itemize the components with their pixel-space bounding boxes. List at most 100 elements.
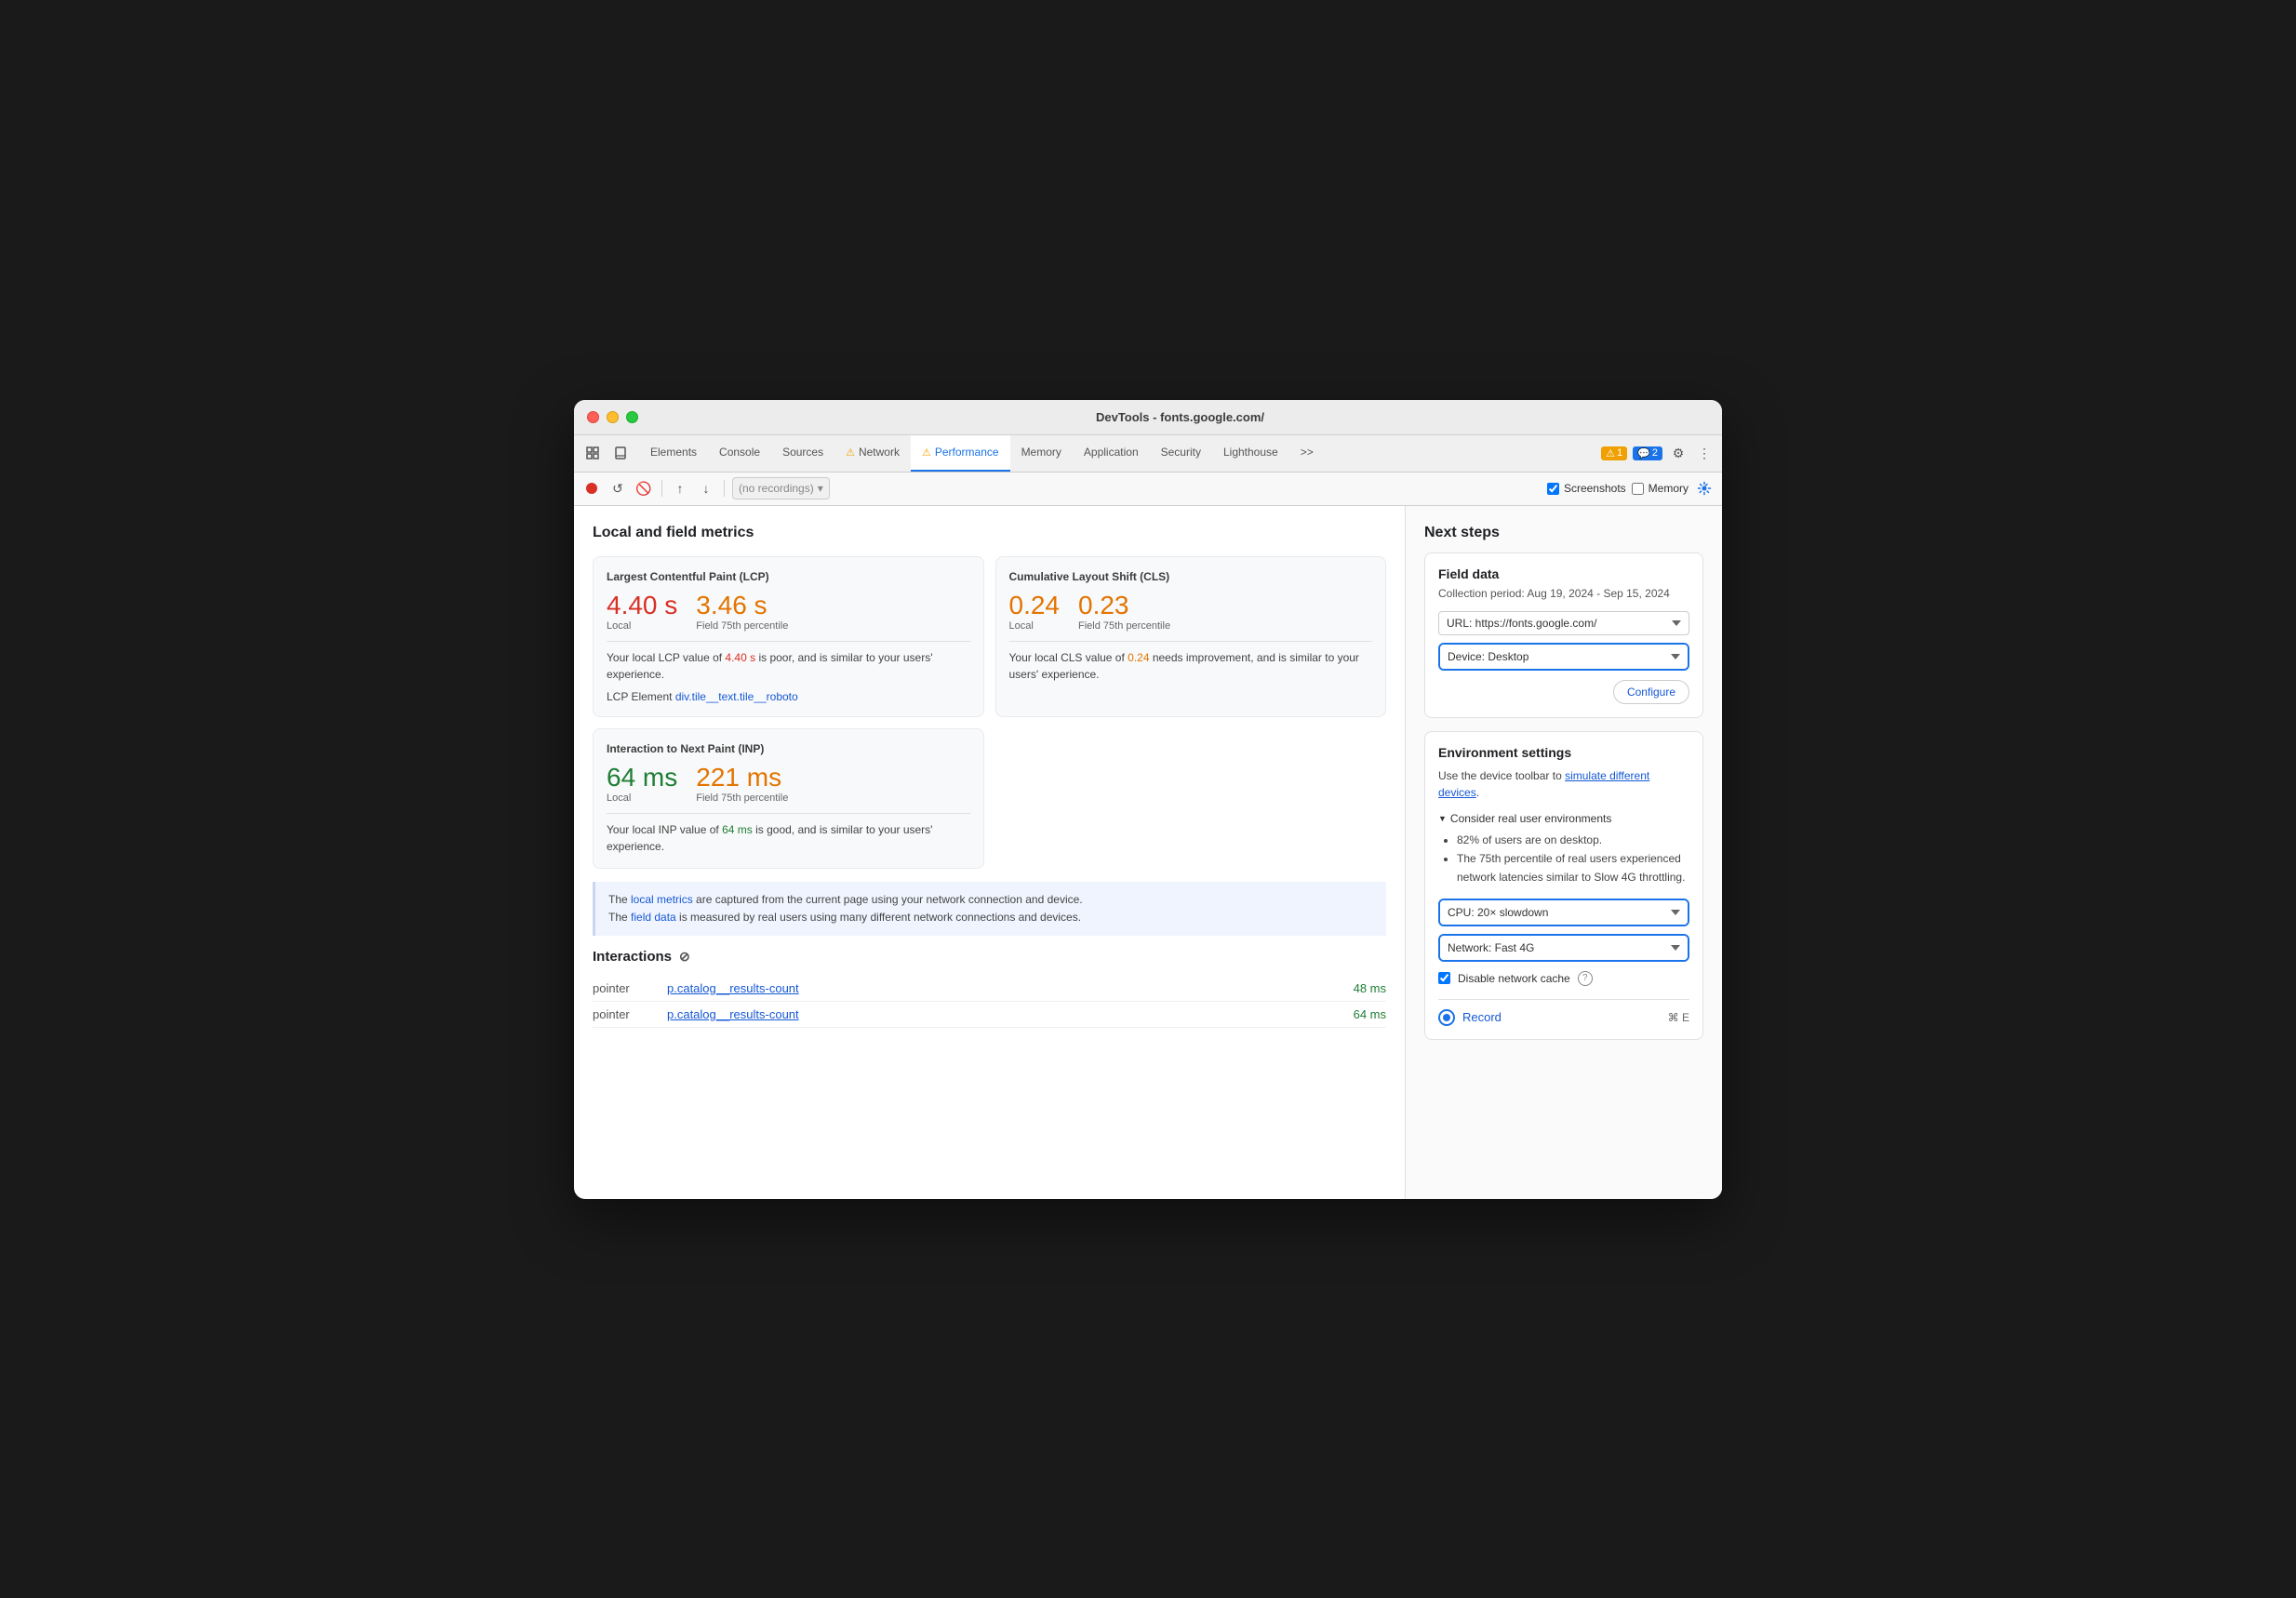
cpu-select-wrapper: CPU: 20× slowdown CPU: 4× slowdown CPU: … (1438, 899, 1689, 926)
tab-network[interactable]: ⚠ Network (834, 435, 911, 472)
inp-local-group: 64 ms Local (607, 763, 677, 806)
inspect-icon[interactable] (581, 442, 604, 464)
toolbar-settings-icon[interactable] (1694, 478, 1715, 499)
lcp-title: Largest Contentful Paint (LCP) (607, 570, 970, 583)
cpu-select[interactable]: CPU: 20× slowdown CPU: 4× slowdown CPU: … (1440, 900, 1688, 925)
tab-console[interactable]: Console (708, 435, 771, 472)
divider2 (724, 480, 725, 497)
consider-item-2: The 75th percentile of real users experi… (1457, 849, 1689, 887)
chevron-down-icon: ▾ (818, 482, 823, 495)
lcp-field-label: Field 75th percentile (696, 620, 788, 632)
device-select[interactable]: Device: Desktop Device: Mobile (1440, 645, 1688, 669)
download-button[interactable]: ↓ (696, 478, 716, 499)
tab-performance[interactable]: ⚠ Performance (911, 435, 1010, 472)
record-shortcut: ⌘ E (1668, 1011, 1689, 1024)
cls-local-label: Local (1009, 620, 1061, 632)
settings-icon[interactable]: ⚙ (1668, 443, 1689, 463)
devtools-window: DevTools - fonts.google.com/ (574, 400, 1722, 1199)
consider-list: 82% of users are on desktop. The 75th pe… (1438, 831, 1689, 887)
interaction-type-2: pointer (593, 1007, 667, 1021)
warning-badge[interactable]: ⚠ 1 (1601, 446, 1627, 460)
metrics-grid-top: Largest Contentful Paint (LCP) 4.40 s Lo… (593, 556, 1386, 717)
record-row: Record ⌘ E (1438, 999, 1689, 1026)
record-button[interactable] (581, 478, 602, 499)
memory-checkbox-label[interactable]: Memory (1632, 482, 1689, 495)
interaction-element-2[interactable]: p.catalog__results-count (667, 1007, 1354, 1021)
inp-field-label: Field 75th percentile (696, 792, 788, 804)
cls-field-group: 0.23 Field 75th percentile (1078, 591, 1170, 633)
interactions-table: pointer p.catalog__results-count 48 ms p… (593, 976, 1386, 1028)
disable-cache-row: Disable network cache ? (1438, 971, 1689, 986)
titlebar: DevTools - fonts.google.com/ (574, 400, 1722, 435)
configure-button[interactable]: Configure (1613, 680, 1689, 704)
consider-item-1: 82% of users are on desktop. (1457, 831, 1689, 849)
lcp-element: LCP Element div.tile__text.tile__roboto (607, 690, 970, 703)
interactions-icon: ⊘ (679, 949, 690, 965)
upload-button[interactable]: ↑ (670, 478, 690, 499)
help-icon[interactable]: ? (1578, 971, 1593, 986)
interaction-row-1: pointer p.catalog__results-count 48 ms (593, 976, 1386, 1002)
tab-application[interactable]: Application (1073, 435, 1150, 472)
tab-sources[interactable]: Sources (771, 435, 834, 472)
screenshots-checkbox[interactable] (1547, 483, 1559, 495)
window-title: DevTools - fonts.google.com/ (651, 410, 1709, 424)
env-settings-card: Environment settings Use the device tool… (1424, 731, 1703, 1040)
minimize-button[interactable] (607, 411, 619, 423)
lcp-field-group: 3.46 s Field 75th percentile (696, 591, 788, 633)
lcp-desc: Your local LCP value of 4.40 s is poor, … (607, 649, 970, 683)
lcp-card: Largest Contentful Paint (LCP) 4.40 s Lo… (593, 556, 984, 717)
close-button[interactable] (587, 411, 599, 423)
section-title: Local and field metrics (593, 525, 1386, 541)
disable-cache-checkbox[interactable] (1438, 972, 1450, 984)
lcp-element-link[interactable]: div.tile__text.tile__roboto (675, 690, 798, 703)
tab-security[interactable]: Security (1150, 435, 1212, 472)
inp-local-value: 64 ms (607, 763, 677, 792)
field-data-title: Field data (1438, 566, 1689, 581)
device-icon[interactable] (609, 442, 632, 464)
right-panel: Next steps Field data Collection period:… (1406, 506, 1722, 1199)
local-metrics-link[interactable]: local metrics (631, 893, 693, 906)
screenshots-checkbox-label[interactable]: Screenshots (1547, 482, 1626, 495)
inp-field-value: 221 ms (696, 763, 788, 792)
cls-local-group: 0.24 Local (1009, 591, 1061, 633)
inp-desc: Your local INP value of 64 ms is good, a… (607, 821, 970, 855)
cls-field-value: 0.23 (1078, 591, 1170, 620)
cls-divider (1009, 641, 1373, 642)
cls-field-label: Field 75th percentile (1078, 620, 1170, 632)
traffic-lights (587, 411, 638, 423)
tab-more[interactable]: >> (1289, 435, 1325, 472)
maximize-button[interactable] (626, 411, 638, 423)
lcp-local-value: 4.40 s (607, 591, 677, 620)
inp-values: 64 ms Local 221 ms Field 75th percentile (607, 763, 970, 806)
env-title: Environment settings (1438, 745, 1689, 760)
network-select[interactable]: Network: Fast 4G Network: Slow 4G Networ… (1440, 936, 1688, 960)
info-box: The local metrics are captured from the … (593, 882, 1386, 936)
network-select-wrapper: Network: Fast 4G Network: Slow 4G Networ… (1438, 934, 1689, 962)
tab-elements[interactable]: Elements (639, 435, 708, 472)
field-data-link[interactable]: field data (631, 911, 676, 924)
interaction-time-1: 48 ms (1354, 981, 1386, 995)
tab-memory[interactable]: Memory (1010, 435, 1073, 472)
memory-checkbox[interactable] (1632, 483, 1644, 495)
warning-icon-badge: ⚠ (1606, 447, 1615, 459)
performance-toolbar: ↺ 🚫 ↑ ↓ (no recordings) ▾ Screenshots Me… (574, 473, 1722, 506)
tab-lighthouse[interactable]: Lighthouse (1212, 435, 1289, 472)
tab-icon-group (581, 435, 632, 472)
cls-card: Cumulative Layout Shift (CLS) 0.24 Local… (995, 556, 1387, 717)
recordings-select[interactable]: (no recordings) ▾ (732, 477, 830, 499)
interaction-element-1[interactable]: p.catalog__results-count (667, 981, 1354, 995)
left-panel: Local and field metrics Largest Contentf… (574, 506, 1406, 1199)
record-button[interactable]: Record (1438, 1009, 1502, 1026)
lcp-divider (607, 641, 970, 642)
interaction-time-2: 64 ms (1354, 1007, 1386, 1021)
field-data-period: Collection period: Aug 19, 2024 - Sep 15… (1438, 587, 1689, 600)
inp-inline-value: 64 ms (722, 823, 753, 836)
lcp-inline-value: 4.40 s (725, 651, 755, 664)
more-options-icon[interactable]: ⋮ (1694, 443, 1715, 463)
message-badge[interactable]: 💬 2 (1633, 446, 1662, 460)
refresh-button[interactable]: ↺ (607, 478, 628, 499)
interaction-row-2: pointer p.catalog__results-count 64 ms (593, 1002, 1386, 1028)
clear-button[interactable]: 🚫 (634, 478, 654, 499)
url-select[interactable]: URL: https://fonts.google.com/ (1438, 611, 1689, 635)
interactions-header: Interactions ⊘ (593, 949, 1386, 965)
